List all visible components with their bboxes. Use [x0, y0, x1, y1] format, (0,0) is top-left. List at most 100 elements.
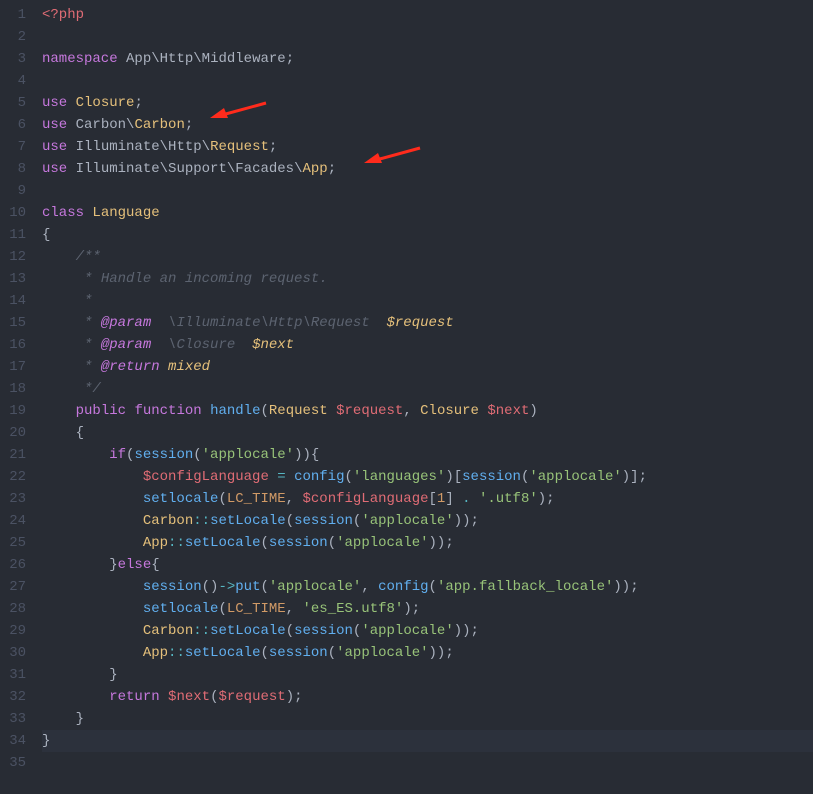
token-ns: Http	[160, 51, 194, 67]
token-white	[202, 403, 210, 419]
token-punc: );	[286, 689, 303, 705]
token-kw: use	[42, 117, 67, 133]
token-ns: Illuminate	[76, 139, 160, 155]
token-cls: App	[302, 161, 327, 177]
token-ns: App	[126, 51, 151, 67]
line-number: 9	[6, 180, 26, 202]
line-number: 8	[6, 158, 26, 180]
code-line: App::setLocale(session('applocale'));	[42, 532, 813, 554]
code-line: $configLanguage = config('languages')[se…	[42, 466, 813, 488]
token-cls: Carbon	[134, 117, 184, 133]
token-white	[42, 447, 109, 463]
token-punc: ;	[269, 139, 277, 155]
token-punc: )){	[294, 447, 319, 463]
token-punc: }	[76, 711, 84, 727]
token-punc: (	[260, 579, 268, 595]
token-punc: )[	[445, 469, 462, 485]
token-fn: session	[269, 535, 328, 551]
token-fn: handle	[210, 403, 260, 419]
token-punc: (	[260, 645, 268, 661]
token-punc: {	[151, 557, 159, 573]
token-op: .	[462, 491, 470, 507]
code-line: {	[42, 422, 813, 444]
line-number: 20	[6, 422, 26, 444]
token-str: 'applocale'	[361, 623, 453, 639]
token-punc: (	[328, 535, 336, 551]
token-punc: \	[202, 139, 210, 155]
token-fn: session	[462, 469, 521, 485]
token-str: 'app.fallback_locale'	[437, 579, 613, 595]
code-line	[42, 180, 813, 202]
token-cmt: \Closure	[151, 337, 252, 353]
line-number: 24	[6, 510, 26, 532]
token-punc: ,	[286, 601, 303, 617]
code-line: }	[42, 730, 813, 752]
token-var: $next	[168, 689, 210, 705]
token-fn: setLocale	[185, 645, 261, 661]
token-cmt: /**	[76, 249, 101, 265]
code-editor: 1234567891011121314151617181920212223242…	[0, 0, 813, 794]
token-punc: ()	[202, 579, 219, 595]
token-punc: ,	[286, 491, 303, 507]
token-str: 'applocale'	[336, 535, 428, 551]
token-punc: ));	[429, 535, 454, 551]
token-punc: }	[42, 733, 50, 749]
token-fn: setlocale	[143, 491, 219, 507]
token-kw: function	[134, 403, 201, 419]
code-line: * @param \Closure $next	[42, 334, 813, 356]
token-cls: Closure	[420, 403, 479, 419]
token-punc: \	[227, 161, 235, 177]
code-line: setlocale(LC_TIME, $configLanguage[1] . …	[42, 488, 813, 510]
token-kw: public	[76, 403, 126, 419]
token-cmt: *	[84, 293, 92, 309]
token-fn: session	[134, 447, 193, 463]
token-white	[42, 469, 143, 485]
token-punc: (	[260, 535, 268, 551]
token-punc: (	[328, 645, 336, 661]
token-white	[42, 425, 76, 441]
token-cmt: */	[84, 381, 101, 397]
token-punc: \	[151, 51, 159, 67]
token-white	[42, 381, 84, 397]
token-punc: )];	[622, 469, 647, 485]
token-cls: App	[143, 645, 168, 661]
token-op: ::	[193, 513, 210, 529]
token-white	[42, 535, 143, 551]
token-white	[42, 601, 143, 617]
token-white	[328, 403, 336, 419]
code-line: * @return mixed	[42, 356, 813, 378]
code-line	[42, 26, 813, 48]
token-const: LC_TIME	[227, 601, 286, 617]
token-kw: return	[109, 689, 159, 705]
code-area: <?phpnamespace App\Http\Middleware;use C…	[36, 0, 813, 794]
token-cls: Request	[210, 139, 269, 155]
token-fn: session	[294, 623, 353, 639]
token-cls: Carbon	[143, 623, 193, 639]
line-number: 10	[6, 202, 26, 224]
token-op: ::	[193, 623, 210, 639]
token-str: 'applocale'	[361, 513, 453, 529]
token-doctag: @return	[101, 359, 160, 375]
token-cls: Carbon	[143, 513, 193, 529]
token-punc: )	[529, 403, 537, 419]
token-fn: session	[294, 513, 353, 529]
line-number: 31	[6, 664, 26, 686]
code-line: use Closure;	[42, 92, 813, 114]
code-line: App::setLocale(session('applocale'));	[42, 642, 813, 664]
code-line: {	[42, 224, 813, 246]
token-white	[42, 667, 109, 683]
token-punc: \	[160, 139, 168, 155]
token-cls: Language	[92, 205, 159, 221]
token-str: 'applocale'	[269, 579, 361, 595]
token-punc: );	[403, 601, 420, 617]
line-number: 17	[6, 356, 26, 378]
line-number: 21	[6, 444, 26, 466]
token-var: $next	[487, 403, 529, 419]
line-number: 27	[6, 576, 26, 598]
token-str: 'applocale'	[202, 447, 294, 463]
token-ns: Http	[168, 139, 202, 155]
line-number: 16	[6, 334, 26, 356]
token-op: ::	[168, 535, 185, 551]
token-white	[67, 117, 75, 133]
token-fn: session	[269, 645, 328, 661]
